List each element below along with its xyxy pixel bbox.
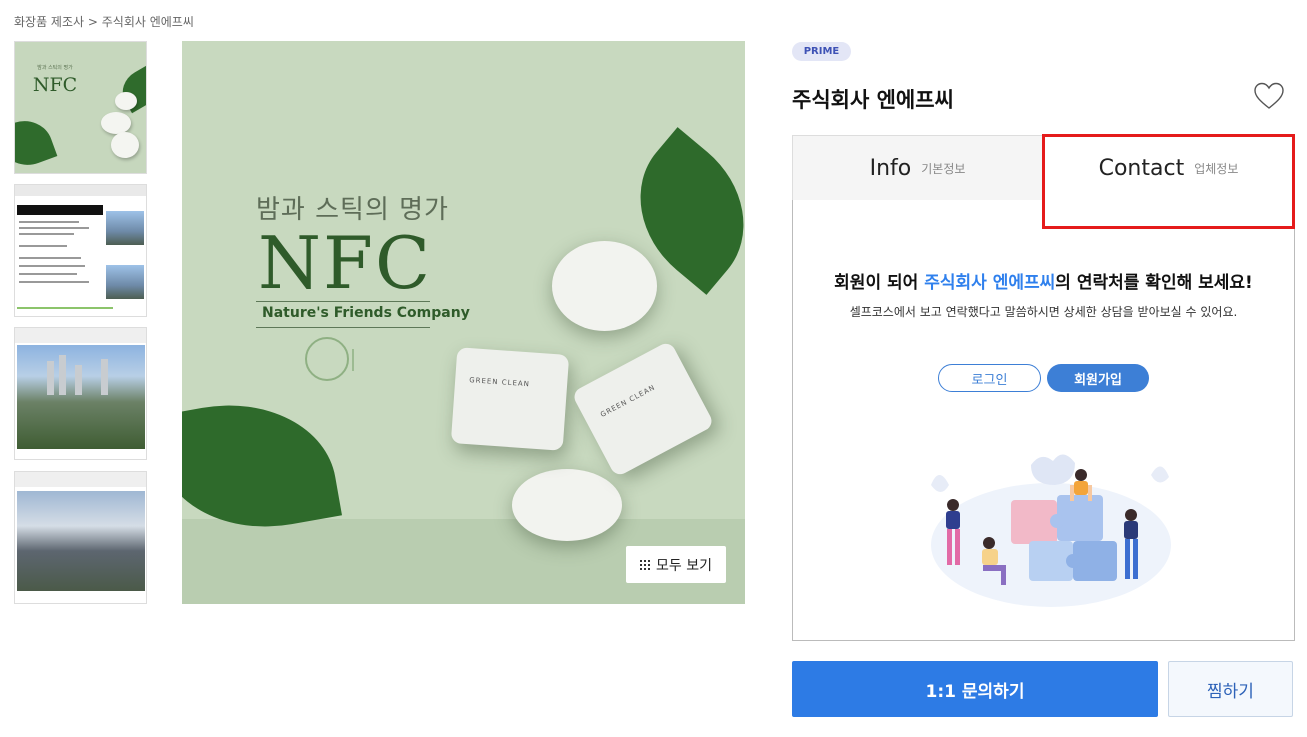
jar-lid [552, 241, 657, 331]
tower-shape [59, 355, 66, 395]
jar-image [111, 132, 139, 158]
thumbnail-table-header [17, 205, 103, 215]
thumbnail-brand: NFC [32, 74, 78, 96]
cream-jar: GREEN CLEAN [571, 340, 715, 478]
tower-shape [47, 361, 54, 395]
city-aerial-photo [17, 345, 145, 449]
teamwork-puzzle-illustration [931, 454, 1171, 607]
text-line [19, 221, 79, 223]
contact-panel-title: 회원이 되어 주식회사 엔에프씨의 연락처를 확인해 보세요! [793, 268, 1294, 293]
text-line [19, 227, 89, 229]
breadcrumb: 화장품 제조사 > 주식회사 엔에프씨 [14, 15, 194, 29]
thumbnail-1[interactable]: 밤과 스틱의 명가 NFC [14, 41, 147, 174]
prime-badge: PRIME [792, 42, 851, 61]
tab-contact-label: Contact [1098, 156, 1185, 181]
inquiry-button[interactable]: 1:1 문의하기 [792, 661, 1158, 717]
tab-info-label: Info [869, 155, 912, 181]
thumbnail-footer-line [17, 307, 113, 309]
contact-panel: 회원이 되어 주식회사 엔에프씨의 연락처를 확인해 보세요! 셀프코스에서 보… [792, 200, 1295, 641]
brand-logo-icon [305, 337, 349, 381]
text-line [19, 233, 74, 235]
jar-label: GREEN CLEAN [468, 376, 531, 389]
text-line [19, 265, 85, 267]
title-prefix: 회원이 되어 [834, 273, 925, 293]
login-button[interactable]: 로그인 [938, 364, 1041, 392]
image-brand: NFC [258, 221, 433, 305]
thumbnail-3[interactable] [14, 327, 147, 460]
thumbnail-header-bar [15, 472, 146, 487]
tab-info-sublabel: 기본정보 [921, 161, 966, 176]
thumbnail-headline: 밤과 스틱의 명가 [37, 65, 73, 71]
image-brand-full: Nature's Friends Company [262, 305, 470, 321]
thumbnail-header-bar [15, 185, 146, 196]
tab-contact-sublabel: 업체정보 [1194, 162, 1239, 176]
cream-jar: GREEN CLEAN [450, 347, 570, 451]
divider [256, 301, 430, 302]
heart-icon[interactable] [1254, 82, 1284, 110]
text-line [19, 257, 81, 259]
tower-shape [101, 359, 108, 395]
title-suffix: 의 연락처를 확인해 보세요! [1055, 273, 1253, 293]
save-favorite-button[interactable]: 찜하기 [1168, 661, 1293, 717]
main-product-image[interactable]: 밤과 스틱의 명가 NFC Nature's Friends Company G… [182, 41, 745, 604]
tab-info[interactable]: Info 기본정보 [792, 135, 1043, 201]
title-company: 주식회사 엔에프씨 [924, 273, 1056, 293]
divider [256, 327, 430, 328]
factory-photo [17, 491, 145, 591]
view-all-button[interactable]: 모두 보기 [626, 546, 726, 583]
text-line [19, 245, 67, 247]
jar-image [101, 112, 131, 134]
brand-logo-text [352, 349, 370, 371]
thumbnail-header-bar [15, 328, 146, 343]
thumbnail-2[interactable] [14, 184, 147, 317]
building-photo [106, 211, 144, 245]
view-all-label: 모두 보기 [656, 557, 712, 574]
text-line [19, 273, 77, 275]
thumbnail-4[interactable] [14, 471, 147, 604]
building-photo [106, 265, 144, 299]
jar-label: GREEN CLEAN [599, 383, 657, 419]
signup-button[interactable]: 회원가입 [1047, 364, 1149, 392]
company-name: 주식회사 엔에프씨 [792, 88, 954, 112]
jar-lid [512, 469, 622, 541]
text-line [19, 281, 89, 283]
tab-contact[interactable]: Contact 업체정보 [1043, 135, 1295, 201]
tower-shape [75, 365, 82, 395]
grid-icon [640, 559, 650, 570]
contact-panel-description: 셀프코스에서 보고 연락했다고 말씀하시면 상세한 상담을 받아보실 수 있어요… [849, 305, 1238, 319]
leaf-decoration [15, 112, 58, 173]
tab-bar: Info 기본정보 Contact 업체정보 [792, 135, 1295, 201]
jar-image [115, 92, 137, 110]
